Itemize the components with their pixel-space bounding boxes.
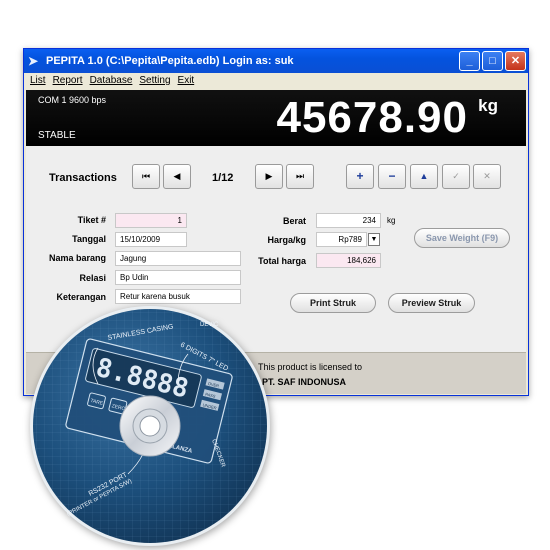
maximize-button[interactable]: □ [482, 51, 503, 71]
weight-unit: kg [478, 96, 498, 115]
harga-dropdown[interactable]: ▼ [368, 233, 380, 246]
berat-field[interactable]: 234 [316, 213, 381, 228]
cd-devic: DEVIC [200, 322, 219, 328]
delete-record-button[interactable]: − [378, 164, 406, 189]
tanggal-label: Tanggal [72, 234, 106, 244]
first-icon: ⏮ [141, 171, 151, 181]
weight-readout: 45678.90 [276, 93, 468, 142]
next-icon: ▶ [265, 171, 273, 181]
total-harga-field: 184,626 [316, 253, 381, 268]
confirm-icon: ✓ [452, 171, 460, 181]
up-icon: ▲ [419, 171, 429, 181]
print-struk-button[interactable]: Print Struk [290, 293, 376, 313]
preview-struk-button[interactable]: Preview Struk [388, 293, 475, 313]
title-bar[interactable]: ➤ PEPITA 1.0 (C:\Pepita\Pepita.edb) Logi… [24, 49, 528, 73]
menu-exit[interactable]: Exit [178, 73, 195, 89]
edit-record-button[interactable]: ▲ [410, 164, 438, 189]
tiket-field[interactable]: 1 [115, 213, 187, 228]
menu-bar: List Report Database Setting Exit [24, 73, 528, 89]
menu-setting[interactable]: Setting [139, 73, 170, 89]
prev-record-button[interactable]: ◀ [163, 164, 191, 189]
window-title: PEPITA 1.0 (C:\Pepita\Pepita.edb) Login … [46, 55, 294, 67]
nama-barang-label: Nama barang [48, 253, 106, 263]
harga-field[interactable]: Rp789 [316, 232, 367, 247]
transactions-label: Transactions [49, 172, 117, 184]
first-record-button[interactable]: ⏮ [132, 164, 160, 189]
disc-hole [139, 415, 161, 437]
nama-barang-field[interactable]: Jagung [115, 251, 241, 266]
chevron-down-icon: ▼ [370, 236, 378, 243]
keterangan-field[interactable]: Retur karena busuk [115, 289, 241, 304]
menu-database[interactable]: Database [90, 73, 133, 89]
save-weight-button[interactable]: Save Weight (F9) [414, 228, 510, 248]
berat-label: Berat [282, 216, 306, 226]
berat-unit: kg [387, 216, 396, 225]
cd-disc-image: 8.8888 OVER PASS UNDER TARE ZERO BALANZA… [30, 306, 270, 546]
total-harga-label: Total harga [258, 256, 306, 266]
next-record-button[interactable]: ▶ [255, 164, 283, 189]
menu-report[interactable]: Report [53, 73, 83, 89]
scale-display: COM 1 9600 bps STABLE 45678.90 kg [26, 90, 526, 146]
harga-label: Harga/kg [267, 235, 306, 245]
window-controls: _ □ ✕ [459, 51, 526, 71]
prev-icon: ◀ [173, 171, 181, 181]
tiket-label: Tiket # [77, 215, 106, 225]
app-bird-icon: ➤ [28, 54, 39, 68]
add-icon: + [356, 169, 364, 183]
licensee-name: PT. SAF INDONUSA [262, 377, 347, 387]
record-counter: 1/12 [212, 172, 234, 184]
port-info: COM 1 9600 bps [38, 95, 107, 105]
last-record-button[interactable]: ⏭ [286, 164, 314, 189]
minimize-button[interactable]: _ [459, 51, 480, 71]
cancel-icon: ✕ [483, 171, 491, 181]
cancel-record-button[interactable]: ✕ [473, 164, 501, 189]
stable-status: STABLE [38, 130, 76, 141]
relasi-label: Relasi [79, 273, 106, 283]
screenshot-stage: { "window": { "title": "PEPITA 1.0 (C:\\… [0, 0, 550, 550]
keterangan-label: Keterangan [56, 292, 106, 302]
remove-icon: − [388, 169, 396, 183]
relasi-field[interactable]: Bp Udin [115, 270, 241, 285]
close-button[interactable]: ✕ [505, 51, 526, 71]
license-text: This product is licensed to [258, 362, 363, 372]
tanggal-field[interactable]: 15/10/2009 [115, 232, 187, 247]
last-icon: ⏭ [295, 171, 305, 181]
menu-list[interactable]: List [30, 73, 46, 89]
confirm-record-button[interactable]: ✓ [442, 164, 470, 189]
add-record-button[interactable]: + [346, 164, 374, 189]
